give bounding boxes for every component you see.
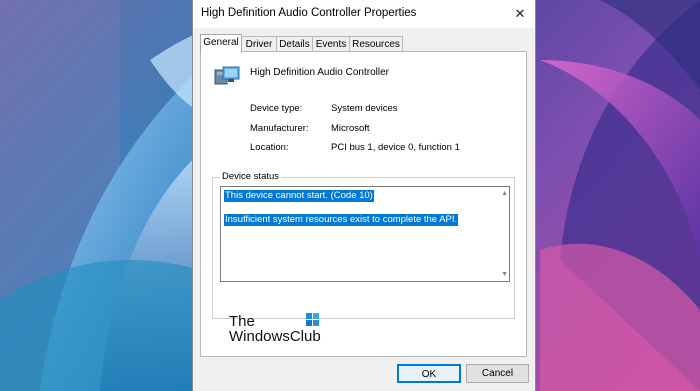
cancel-button[interactable]: Cancel xyxy=(466,364,529,383)
location-value: PCI bus 1, device 0, function 1 xyxy=(331,142,460,153)
tab-resources[interactable]: Resources xyxy=(349,36,403,52)
manufacturer-label: Manufacturer: xyxy=(250,123,309,134)
status-line-detail: Insufficient system resources exist to c… xyxy=(224,214,459,226)
properties-dialog: High Definition Audio Controller Propert… xyxy=(192,0,536,391)
window-title: High Definition Audio Controller Propert… xyxy=(201,7,417,19)
general-tab-panel: High Definition Audio Controller Device … xyxy=(200,51,527,357)
windows-logo-icon xyxy=(306,313,319,326)
title-bar[interactable]: High Definition Audio Controller Propert… xyxy=(193,0,535,28)
tab-events[interactable]: Events xyxy=(312,36,350,52)
device-status-label: Device status xyxy=(220,171,282,182)
scroll-up-icon[interactable]: ▲ xyxy=(501,190,508,197)
scroll-down-icon[interactable]: ▼ xyxy=(501,271,508,278)
device-type-value: System devices xyxy=(331,103,398,114)
tab-details[interactable]: Details xyxy=(276,36,313,52)
device-status-textbox[interactable]: This device cannot start. (Code 10) Insu… xyxy=(220,186,510,282)
device-name: High Definition Audio Controller xyxy=(250,67,389,78)
close-button[interactable]: ✕ xyxy=(505,0,535,28)
location-label: Location: xyxy=(250,142,289,153)
status-line-code: This device cannot start. (Code 10) xyxy=(224,190,374,202)
ok-button[interactable]: OK xyxy=(397,364,461,383)
audio-controller-icon xyxy=(214,66,240,85)
watermark-line-2: WindowsClub xyxy=(229,328,321,345)
device-type-label: Device type: xyxy=(250,103,303,114)
close-icon: ✕ xyxy=(514,6,526,21)
tab-general[interactable]: General xyxy=(200,34,242,53)
manufacturer-value: Microsoft xyxy=(331,123,370,134)
tab-driver[interactable]: Driver xyxy=(241,36,277,52)
